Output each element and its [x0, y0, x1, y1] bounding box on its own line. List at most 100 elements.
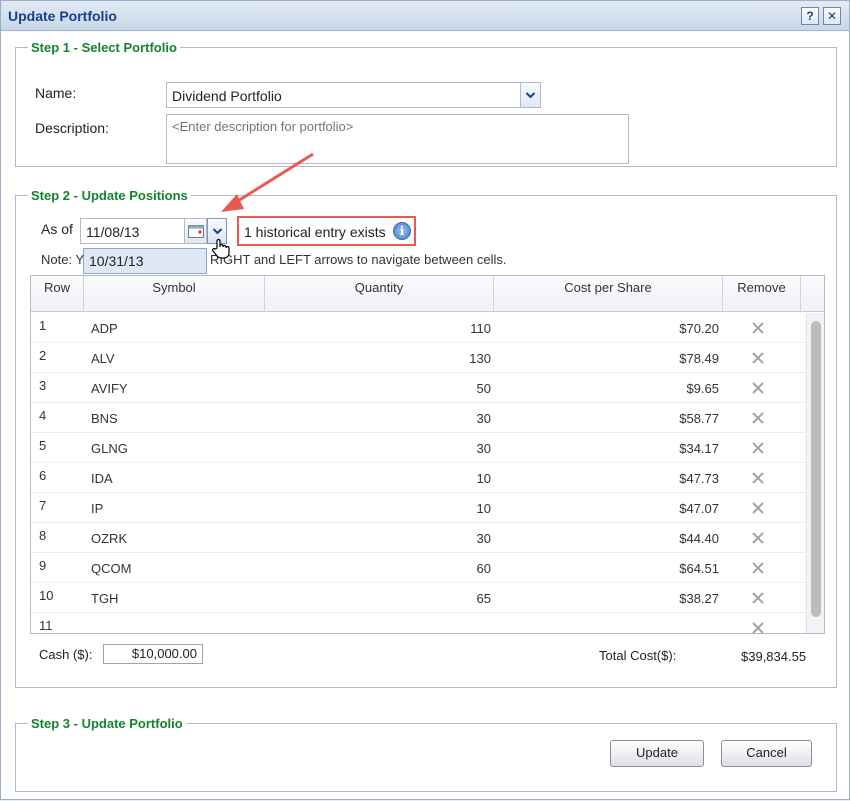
description-label: Description:	[35, 120, 109, 136]
quantity-cell[interactable]: 110	[470, 321, 491, 336]
row-number-cell: 9	[39, 558, 47, 573]
remove-x-icon[interactable]	[752, 322, 764, 334]
date-picker-trigger[interactable]	[184, 219, 206, 243]
header-cost-per-share[interactable]: Cost per Share	[494, 276, 723, 312]
calendar-icon	[188, 225, 204, 238]
historical-entry-text: 1 historical entry exists	[244, 224, 386, 240]
scrollbar-thumb[interactable]	[811, 321, 821, 617]
table-row[interactable]: 7 IP 10 $47.07	[31, 493, 806, 523]
remove-x-icon[interactable]	[752, 562, 764, 574]
help-button[interactable]: ?	[801, 7, 819, 25]
description-input[interactable]	[166, 114, 629, 164]
title-bar: Update Portfolio ? ✕	[1, 1, 849, 31]
header-row[interactable]: Row	[31, 276, 84, 312]
grid-scrollbar[interactable]	[806, 313, 824, 633]
as-of-date-value: 11/08/13	[86, 224, 140, 240]
quantity-cell[interactable]: 10	[477, 501, 491, 516]
remove-x-icon[interactable]	[752, 622, 764, 634]
update-button[interactable]: Update	[610, 740, 704, 767]
table-row[interactable]: 2 ALV 130 $78.49	[31, 343, 806, 373]
portfolio-name-value: Dividend Portfolio	[172, 88, 282, 104]
note-suffix: RIGHT and LEFT arrows to navigate betwee…	[210, 252, 507, 267]
positions-grid: Row Symbol Quantity Cost per Share Remov…	[30, 275, 825, 634]
dialog-body: Step 1 - Select Portfolio Name: Dividend…	[1, 32, 849, 799]
row-number-cell: 5	[39, 438, 47, 453]
cost-cell[interactable]: $9.65	[686, 381, 719, 396]
cancel-button[interactable]: Cancel	[721, 740, 812, 767]
table-row[interactable]: 4 BNS 30 $58.77	[31, 403, 806, 433]
cost-cell[interactable]: $44.40	[679, 531, 719, 546]
symbol-cell[interactable]: ALV	[91, 351, 115, 366]
row-number-cell: 7	[39, 498, 47, 513]
quantity-cell[interactable]: 130	[469, 351, 491, 366]
info-icon[interactable]: i	[393, 222, 411, 240]
row-number-cell: 6	[39, 468, 47, 483]
symbol-cell[interactable]: TGH	[91, 591, 118, 606]
remove-x-icon[interactable]	[752, 442, 764, 454]
table-row[interactable]: 5 GLNG 30 $34.17	[31, 433, 806, 463]
row-number-cell: 4	[39, 408, 47, 423]
cost-cell[interactable]: $47.07	[679, 501, 719, 516]
header-symbol[interactable]: Symbol	[84, 276, 265, 312]
quantity-cell[interactable]: 60	[477, 561, 491, 576]
step2-legend: Step 2 - Update Positions	[31, 188, 188, 203]
quantity-cell[interactable]: 50	[477, 381, 491, 396]
table-row[interactable]: 9 QCOM 60 $64.51	[31, 553, 806, 583]
quantity-cell[interactable]: 10	[477, 471, 491, 486]
chevron-down-icon	[525, 92, 536, 99]
remove-x-icon[interactable]	[752, 502, 764, 514]
symbol-cell[interactable]: QCOM	[91, 561, 131, 576]
cost-cell[interactable]: $38.27	[679, 591, 719, 606]
symbol-cell[interactable]: OZRK	[91, 531, 127, 546]
history-dropdown-button[interactable]	[207, 218, 227, 244]
cash-input[interactable]: $10,000.00	[103, 644, 203, 664]
symbol-cell[interactable]: AVIFY	[91, 381, 128, 396]
symbol-cell[interactable]: BNS	[91, 411, 118, 426]
note-prefix: Note: Y	[41, 252, 85, 267]
as-of-date-field[interactable]: 11/08/13	[80, 218, 207, 244]
history-dropdown-option[interactable]: 10/31/13	[83, 248, 207, 274]
header-remove[interactable]: Remove	[723, 276, 801, 312]
table-row[interactable]: 6 IDA 10 $47.73	[31, 463, 806, 493]
cost-cell[interactable]: $64.51	[679, 561, 719, 576]
table-row[interactable]: 1 ADP 110 $70.20	[31, 313, 806, 343]
cost-cell[interactable]: $58.77	[679, 411, 719, 426]
portfolio-name-combo[interactable]: Dividend Portfolio	[166, 82, 541, 108]
quantity-cell[interactable]: 65	[477, 591, 491, 606]
remove-x-icon[interactable]	[752, 352, 764, 364]
quantity-cell[interactable]: 30	[477, 411, 491, 426]
quantity-cell[interactable]: 30	[477, 441, 491, 456]
symbol-cell[interactable]: IP	[91, 501, 103, 516]
name-label: Name:	[35, 85, 77, 101]
step1-legend: Step 1 - Select Portfolio	[31, 40, 177, 55]
cost-cell[interactable]: $78.49	[679, 351, 719, 366]
cash-label: Cash ($):	[39, 647, 93, 662]
symbol-cell[interactable]: IDA	[91, 471, 113, 486]
quantity-cell[interactable]: 30	[477, 531, 491, 546]
remove-x-icon[interactable]	[752, 382, 764, 394]
cost-cell[interactable]: $70.20	[679, 321, 719, 336]
row-number-cell: 11	[39, 618, 53, 633]
dialog-title: Update Portfolio	[8, 8, 117, 24]
as-of-label: As of	[41, 221, 73, 237]
remove-x-icon[interactable]	[752, 412, 764, 424]
step3-fieldset: Step 3 - Update Portfolio	[15, 716, 837, 792]
table-row[interactable]: 10 TGH 65 $38.27	[31, 583, 806, 613]
portfolio-name-trigger[interactable]	[520, 83, 540, 107]
remove-x-icon[interactable]	[752, 532, 764, 544]
row-number-cell: 10	[39, 588, 54, 603]
symbol-cell[interactable]: GLNG	[91, 441, 128, 456]
total-cost-value: $39,834.55	[741, 649, 807, 664]
header-quantity[interactable]: Quantity	[265, 276, 494, 312]
remove-x-icon[interactable]	[752, 592, 764, 604]
close-button[interactable]: ✕	[823, 7, 841, 25]
row-number-cell: 1	[39, 318, 47, 333]
remove-x-icon[interactable]	[752, 472, 764, 484]
cost-cell[interactable]: $34.17	[679, 441, 719, 456]
row-number-cell: 8	[39, 528, 47, 543]
table-row[interactable]: 11	[31, 613, 806, 634]
symbol-cell[interactable]: ADP	[91, 321, 118, 336]
table-row[interactable]: 3 AVIFY 50 $9.65	[31, 373, 806, 403]
cost-cell[interactable]: $47.73	[679, 471, 719, 486]
table-row[interactable]: 8 OZRK 30 $44.40	[31, 523, 806, 553]
